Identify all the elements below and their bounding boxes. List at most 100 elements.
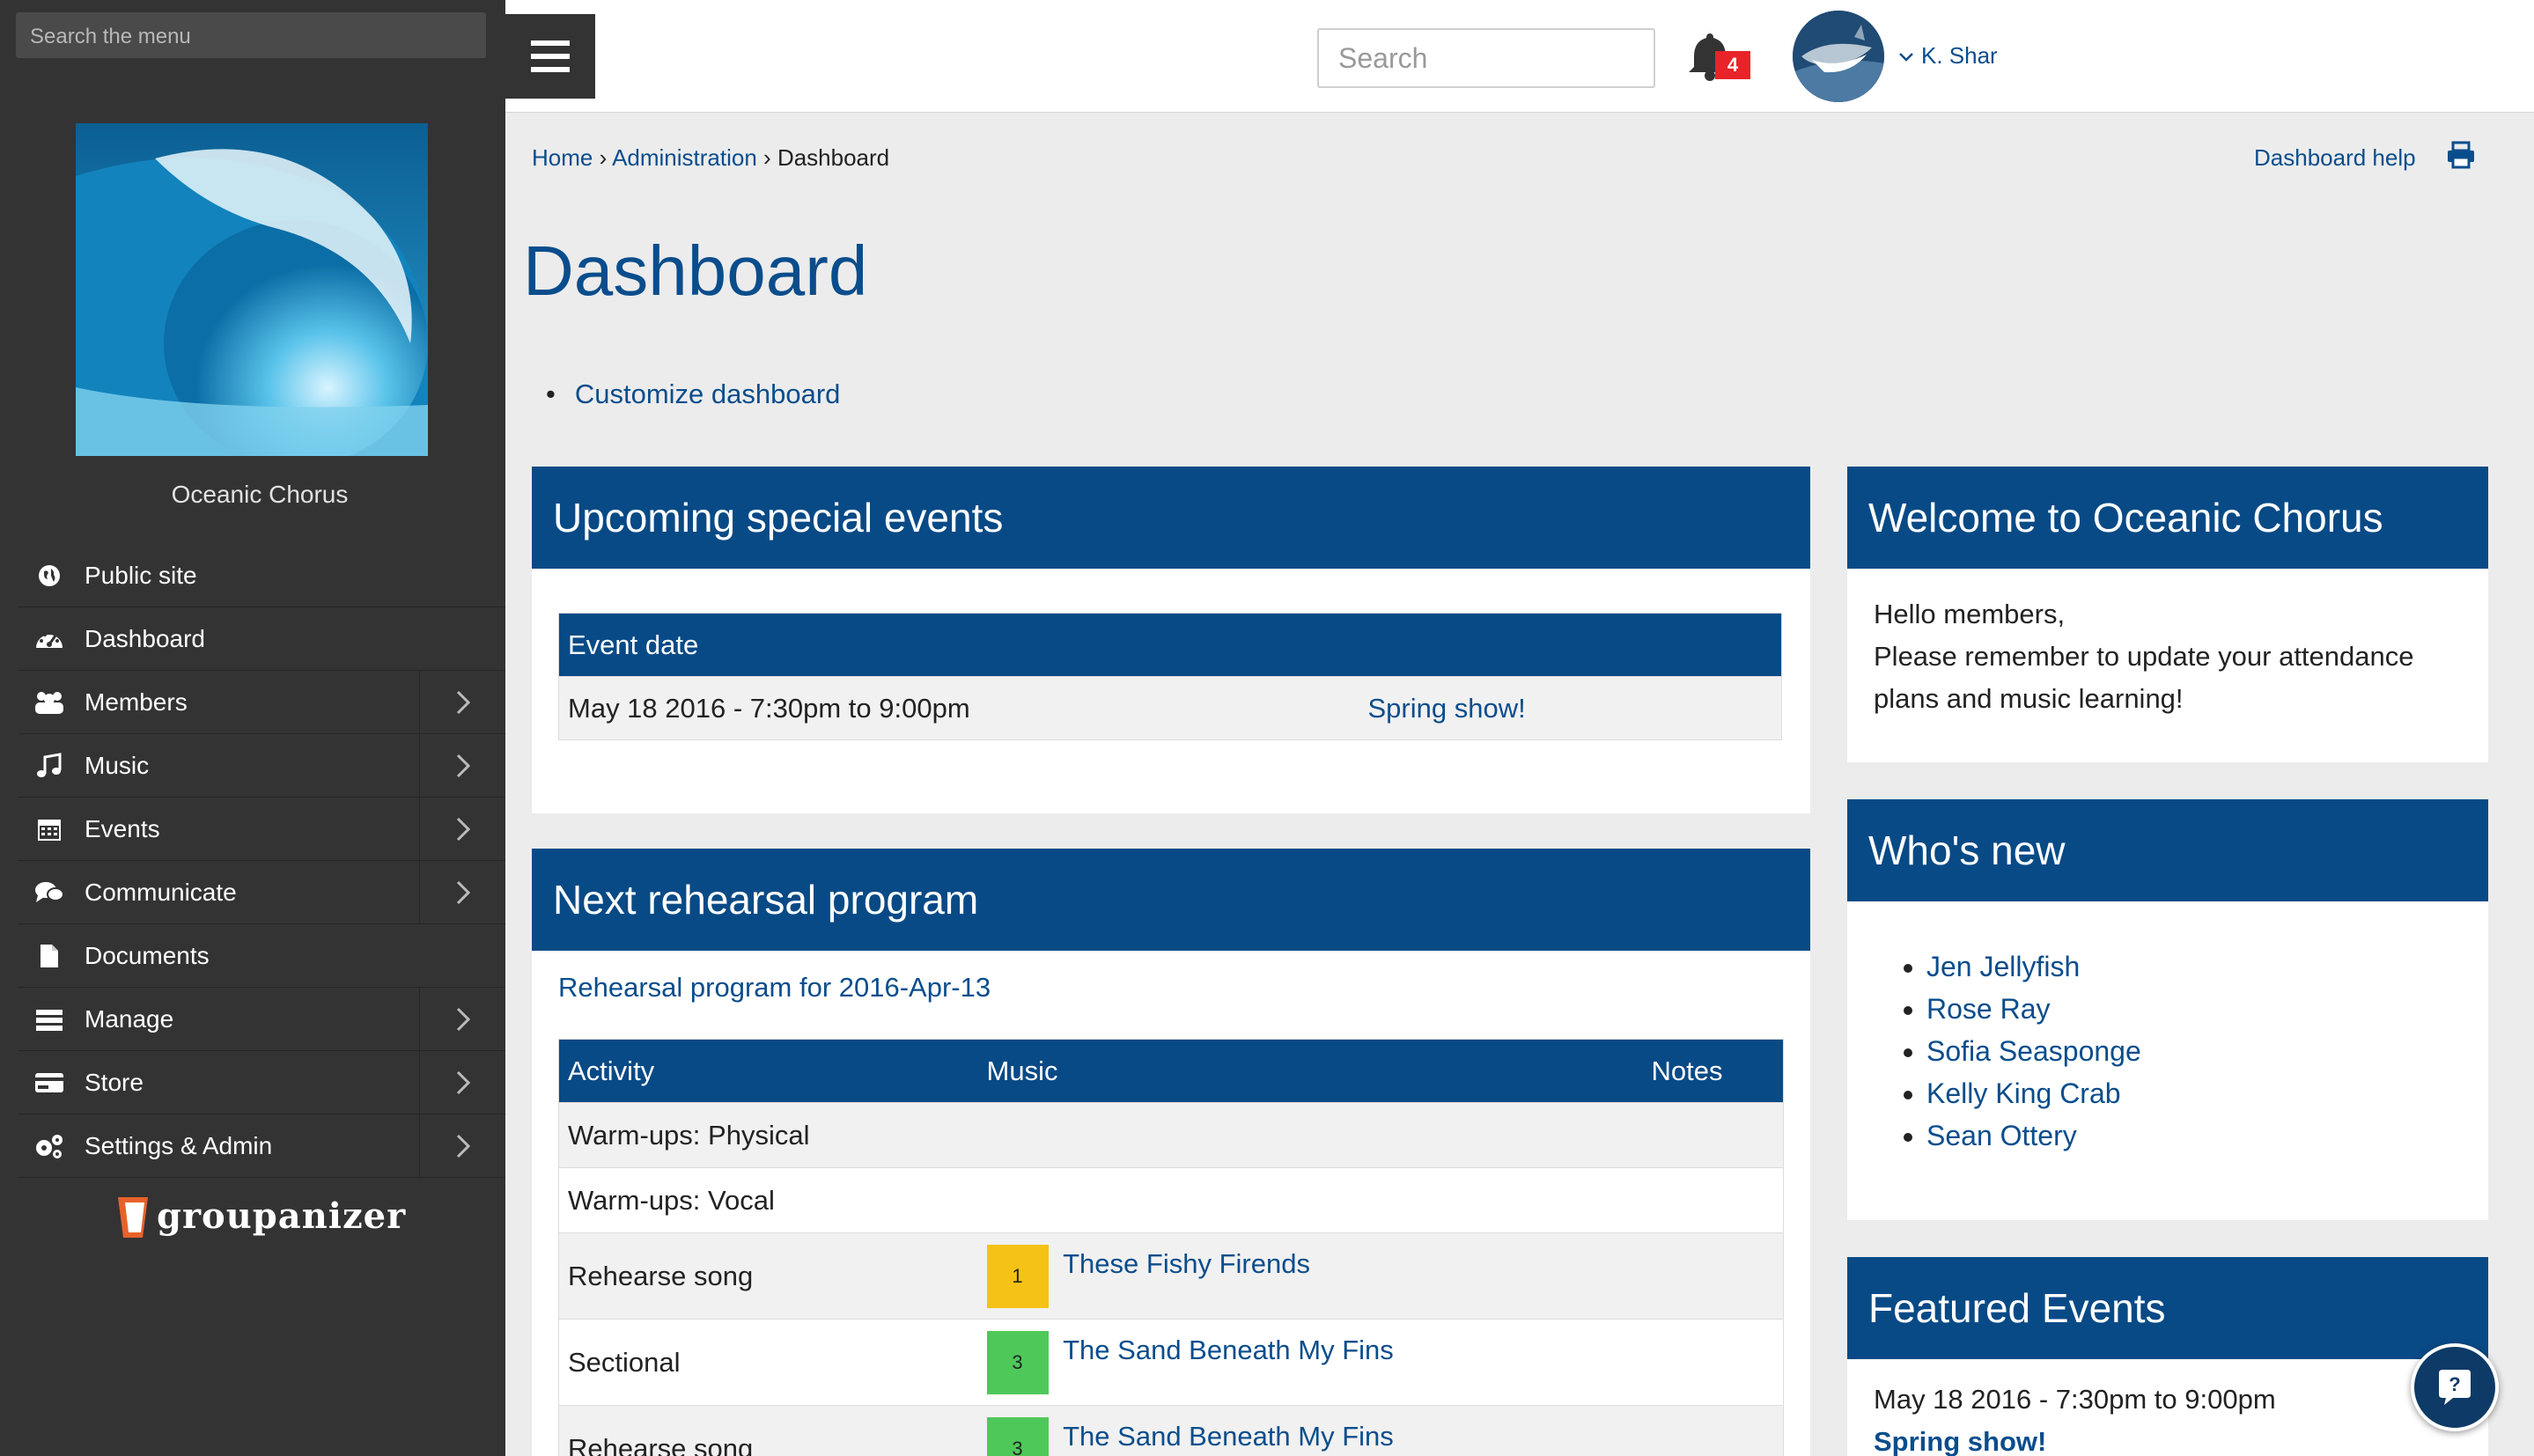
column-header: Event date	[558, 613, 1782, 677]
column-header: Activity	[558, 1039, 978, 1103]
welcome-message: Hello members, Please remember to update…	[1847, 569, 2488, 745]
notes	[1642, 1232, 1784, 1320]
rehearsal-program-link[interactable]: Rehearsal program for 2016-Apr-13	[558, 972, 991, 1003]
site-search-input[interactable]	[1317, 28, 1655, 88]
new-members-list: Jen Jellyfish Rose Ray Sofia Seasponge K…	[1847, 901, 2488, 1157]
sidebar: Search the menu Oceanic Chorus Public si…	[0, 0, 505, 1456]
bullet-icon: •	[546, 379, 556, 409]
music-cell: 3 The Sand Beneath My Fins	[977, 1319, 1643, 1406]
sidebar-item-events[interactable]: Events	[18, 798, 505, 861]
welcome-panel: Welcome to Oceanic Chorus Hello members,…	[1847, 467, 2488, 762]
hamburger-menu-button[interactable]	[505, 14, 595, 99]
customize-dashboard-item: • Customize dashboard	[546, 379, 840, 410]
sidebar-item-store[interactable]: Store	[18, 1051, 505, 1114]
chevron-right-icon[interactable]	[419, 1114, 505, 1177]
list-item: Kelly King Crab	[1926, 1072, 2488, 1114]
brand-name: groupanizer	[157, 1195, 407, 1237]
sidebar-item-dashboard[interactable]: Dashboard	[18, 607, 505, 671]
notes	[1642, 1167, 1784, 1233]
globe-icon	[33, 560, 65, 592]
member-link[interactable]: Kelly King Crab	[1926, 1077, 2121, 1109]
breadcrumb-administration-link[interactable]: Administration	[612, 144, 757, 171]
table-row: Warm-ups: Physical	[558, 1102, 1784, 1168]
sidebar-item-label: Documents	[85, 941, 210, 969]
activity: Rehearse song	[558, 1405, 978, 1456]
help-chat-button[interactable]: ?	[2411, 1343, 2499, 1431]
activity: Rehearse song	[558, 1232, 978, 1320]
whos-new-panel: Who's new Jen Jellyfish Rose Ray Sofia S…	[1847, 799, 2488, 1220]
member-link[interactable]: Sofia Seasponge	[1926, 1035, 2141, 1067]
org-logo-image[interactable]	[76, 123, 428, 456]
user-menu-toggle[interactable]: K. Shar	[1898, 42, 1998, 70]
welcome-line: Hello members,	[1874, 599, 2066, 629]
dashboard-help-link[interactable]: Dashboard help	[2254, 144, 2416, 172]
member-link[interactable]: Sean Ottery	[1926, 1120, 2077, 1151]
sidebar-item-settings-admin[interactable]: Settings & Admin	[18, 1114, 505, 1178]
sidebar-item-manage[interactable]: Manage	[18, 988, 505, 1051]
dashboard-icon	[33, 623, 65, 655]
document-icon	[33, 940, 65, 972]
chevron-down-icon	[1899, 53, 1913, 62]
list-item: Sofia Seasponge	[1926, 1030, 2488, 1072]
song-link[interactable]: The Sand Beneath My Fins	[1063, 1421, 1394, 1452]
chevron-right-icon[interactable]	[419, 861, 505, 923]
question-icon: ?	[2439, 1370, 2471, 1405]
sidebar-item-label: Dashboard	[85, 624, 205, 652]
activity: Sectional	[558, 1319, 978, 1406]
member-link[interactable]: Jen Jellyfish	[1926, 951, 2080, 982]
event-name[interactable]: Spring show!	[1368, 693, 1526, 724]
breadcrumb-home-link[interactable]: Home	[532, 144, 593, 171]
calendar-icon	[33, 813, 65, 845]
users-icon	[33, 687, 65, 718]
sidebar-item-public-site[interactable]: Public site	[18, 544, 505, 607]
chevron-right-icon[interactable]	[419, 988, 505, 1050]
groupanizer-logo[interactable]: groupanizer	[113, 1194, 412, 1243]
chevron-right-icon[interactable]	[419, 671, 505, 733]
panel-title: Welcome to Oceanic Chorus	[1847, 467, 2488, 569]
chevron-right-icon[interactable]	[419, 734, 505, 797]
song-number-chip: 1	[986, 1244, 1049, 1308]
sidebar-item-communicate[interactable]: Communicate	[18, 861, 505, 924]
menu-search-input[interactable]: Search the menu	[16, 12, 486, 58]
notes	[1642, 1405, 1784, 1456]
table-row: Sectional 3 The Sand Beneath My Fins	[558, 1319, 1784, 1406]
notification-count-badge: 4	[1715, 51, 1750, 79]
breadcrumb-separator: ›	[763, 144, 771, 171]
featured-events-panel: Featured Events May 18 2016 - 7:30pm to …	[1847, 1257, 2488, 1456]
panel-title: Featured Events	[1847, 1257, 2488, 1359]
sidebar-item-label: Communicate	[85, 878, 237, 906]
song-link[interactable]: The Sand Beneath My Fins	[1063, 1335, 1394, 1365]
column-header: Notes	[1642, 1039, 1784, 1103]
featured-event-link[interactable]: Spring show!	[1874, 1426, 2046, 1456]
list-item: Sean Ottery	[1926, 1114, 2488, 1157]
breadcrumb: Home › Administration › Dashboard	[532, 144, 889, 172]
sidebar-menu: Public site Dashboard Members Music Even…	[18, 544, 505, 1178]
event-date: May 18 2016 - 7:30pm to 9:00pm	[558, 676, 1359, 740]
print-icon[interactable]	[2446, 141, 2476, 171]
page-title: Dashboard	[523, 232, 868, 310]
sidebar-item-documents[interactable]: Documents	[18, 924, 505, 988]
breadcrumb-current: Dashboard	[777, 144, 890, 171]
song-link[interactable]: These Fishy Firends	[1063, 1248, 1310, 1279]
sidebar-item-label: Store	[85, 1068, 144, 1096]
customize-dashboard-link[interactable]: Customize dashboard	[575, 379, 841, 409]
org-name: Oceanic Chorus	[171, 481, 349, 508]
sidebar-item-members[interactable]: Members	[18, 671, 505, 734]
table-row: Warm-ups: Vocal	[558, 1167, 1784, 1233]
sidebar-item-label: Public site	[85, 561, 197, 589]
avatar[interactable]	[1793, 11, 1884, 102]
activity: Warm-ups: Vocal	[558, 1167, 978, 1233]
member-link[interactable]: Rose Ray	[1926, 993, 2051, 1025]
table-row: Rehearse song 3 The Sand Beneath My Fins	[558, 1405, 1784, 1456]
sidebar-item-music[interactable]: Music	[18, 734, 505, 798]
breadcrumb-separator: ›	[599, 144, 608, 171]
rehearsal-program-panel: Next rehearsal program Rehearsal program…	[532, 849, 1810, 1456]
chevron-right-icon[interactable]	[419, 798, 505, 860]
chevron-right-icon[interactable]	[419, 1051, 505, 1114]
song-number-chip: 3	[986, 1330, 1049, 1394]
rehearsal-table: Activity Music Notes Warm-ups: Physical …	[558, 1039, 1784, 1456]
event-link[interactable]: Spring show!	[1359, 676, 1782, 740]
credit-card-icon	[33, 1067, 65, 1099]
sidebar-item-label: Settings & Admin	[85, 1131, 273, 1159]
activity: Warm-ups: Physical	[558, 1102, 978, 1168]
